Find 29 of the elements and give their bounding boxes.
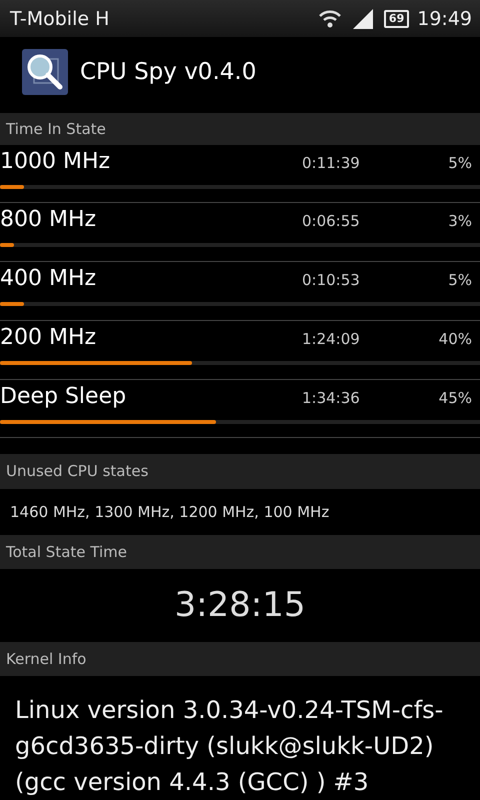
percent-value: 45% xyxy=(438,388,473,407)
percent-value: 5% xyxy=(447,271,473,290)
time-value: 1:24:09 xyxy=(302,330,361,348)
frequency-label: 1000 MHz xyxy=(0,148,112,174)
time-value: 0:11:39 xyxy=(302,154,361,172)
kernel-info-text: Linux version 3.0.34-v0.24-TSM-cfs-g6cd3635-dirty (slukk@slukk-UD2) (gcc version 4.4.3 (GCC) ) #3 xyxy=(14,694,444,798)
total-time: 3:28:15 xyxy=(173,584,307,627)
time-value: 1:34:36 xyxy=(302,388,361,407)
magnifier-icon xyxy=(22,49,68,96)
section-header: Unused CPU states xyxy=(0,454,480,489)
frequency-label: 200 MHz xyxy=(0,324,98,350)
section-header: Kernel Info xyxy=(0,642,480,676)
battery-icon: 69 xyxy=(384,10,410,28)
frequency-label: Deep Sleep xyxy=(0,384,128,409)
wifi-icon xyxy=(318,8,342,29)
signal-icon xyxy=(352,8,374,30)
time-value: 0:10:53 xyxy=(302,271,361,290)
section-header: Time In State xyxy=(0,113,480,145)
clock: 19:49 xyxy=(417,8,472,30)
percent-value: 5% xyxy=(447,154,473,172)
carrier-name: T-Mobile H xyxy=(10,8,110,30)
percent-value: 3% xyxy=(447,212,473,230)
frequency-label: 400 MHz xyxy=(0,266,98,292)
unused-states-text: 1460 MHz, 1300 MHz, 1200 MHz, 100 MHz xyxy=(9,502,330,523)
percent-value: 40% xyxy=(438,330,473,348)
time-value: 0:06:55 xyxy=(302,212,361,230)
app-title: CPU Spy v0.4.0 xyxy=(80,59,256,86)
frequency-label: 800 MHz xyxy=(0,207,98,232)
section-header: Total State Time xyxy=(0,534,480,569)
